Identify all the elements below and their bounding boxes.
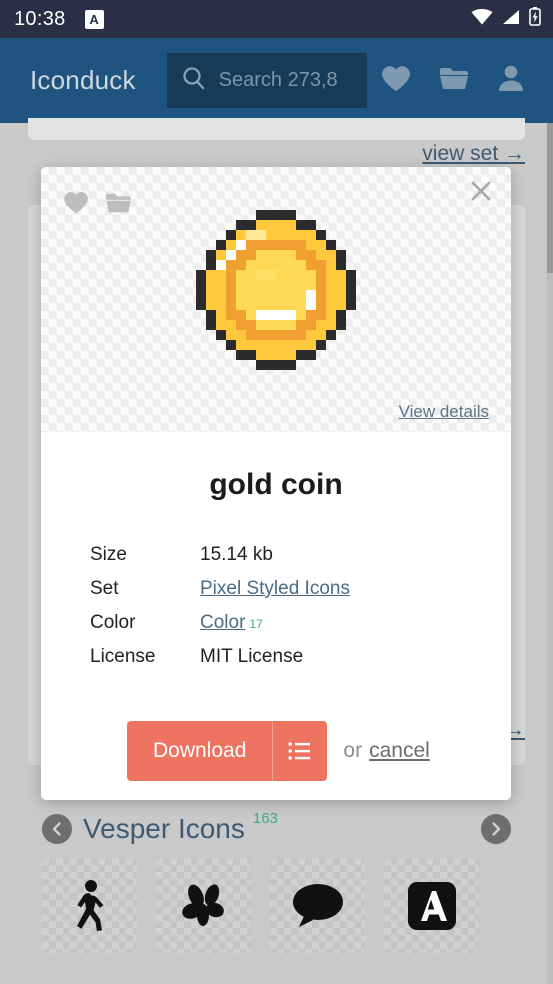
metadata-value-set-link[interactable]: Pixel Styled Icons: [200, 578, 350, 600]
background-card-top: [28, 118, 525, 140]
icon-set-title[interactable]: Vesper Icons: [83, 813, 245, 845]
search-box[interactable]: Search 273,8: [166, 53, 367, 108]
icon-set-count: 163: [252, 810, 278, 827]
list-menu-icon[interactable]: [273, 721, 327, 781]
butterfly-icon[interactable]: [156, 858, 251, 953]
walking-person-icon[interactable]: [42, 858, 137, 953]
download-button[interactable]: Download: [127, 721, 328, 781]
cancel-link[interactable]: cancel: [369, 739, 430, 763]
chevron-right-circle-icon[interactable]: [481, 814, 511, 844]
search-input[interactable]: Search 273,8: [219, 69, 338, 92]
metadata-row-license: License MIT License: [90, 646, 511, 680]
brand-logo[interactable]: Iconduck: [30, 65, 136, 96]
page-scrollbar-thumb[interactable]: [547, 123, 553, 273]
header-nav-icons: [381, 64, 535, 97]
icon-title: gold coin: [209, 468, 343, 501]
metadata-row-set: Set Pixel Styled Icons: [90, 578, 511, 612]
icon-detail-modal: View details gold coin Size 15.14 kb Set…: [41, 167, 511, 800]
cell-signal-icon: [502, 9, 520, 30]
close-icon[interactable]: [469, 179, 493, 208]
letter-a-square-icon[interactable]: [384, 858, 479, 953]
metadata-key: Set: [90, 578, 119, 599]
icon-set-grid: [28, 858, 525, 953]
metadata-key: Color: [90, 612, 136, 633]
download-button-label: Download: [153, 739, 247, 762]
account-user-icon[interactable]: [497, 64, 525, 97]
metadata-value: 15.14 kb: [200, 544, 273, 565]
favorites-heart-icon[interactable]: [381, 65, 411, 97]
speech-bubble-icon[interactable]: [270, 858, 365, 953]
or-label: or: [343, 739, 363, 762]
battery-charging-icon: [529, 7, 541, 31]
icon-set-header: Vesper Icons 163: [28, 800, 525, 858]
metadata-value: MIT License: [200, 646, 304, 667]
icon-metadata-list: Size 15.14 kb Set Pixel Styled Icons Col…: [90, 544, 511, 680]
status-bar: 10:38 A: [0, 0, 553, 38]
view-details-link[interactable]: View details: [399, 402, 489, 422]
gold-coin-pixel-art-icon: [41, 210, 511, 370]
status-bar-app-badge: A: [84, 9, 104, 29]
icon-set-strip: Vesper Icons 163: [28, 800, 525, 984]
search-icon: [181, 65, 207, 96]
status-bar-indicators: [471, 7, 541, 31]
app-root: 10:38 A Iconduck Search 273,8 view set →…: [0, 0, 553, 984]
modal-preview-area: View details: [41, 167, 511, 432]
app-header: Iconduck Search 273,8: [0, 38, 553, 123]
wifi-icon: [471, 8, 493, 30]
metadata-row-color: Color Color 17: [90, 612, 511, 646]
modal-actions: Download or cancel: [127, 721, 511, 781]
metadata-key: Size: [90, 544, 127, 565]
chevron-left-circle-icon[interactable]: [42, 814, 72, 844]
metadata-value-color-link[interactable]: Color: [200, 612, 245, 634]
status-bar-clock: 10:38: [14, 7, 66, 30]
collections-folder-icon[interactable]: [439, 66, 469, 96]
color-variant-count: 17: [249, 617, 263, 631]
view-set-link[interactable]: view set →: [422, 142, 525, 166]
metadata-key: License: [90, 646, 156, 667]
metadata-row-size: Size 15.14 kb: [90, 544, 511, 578]
